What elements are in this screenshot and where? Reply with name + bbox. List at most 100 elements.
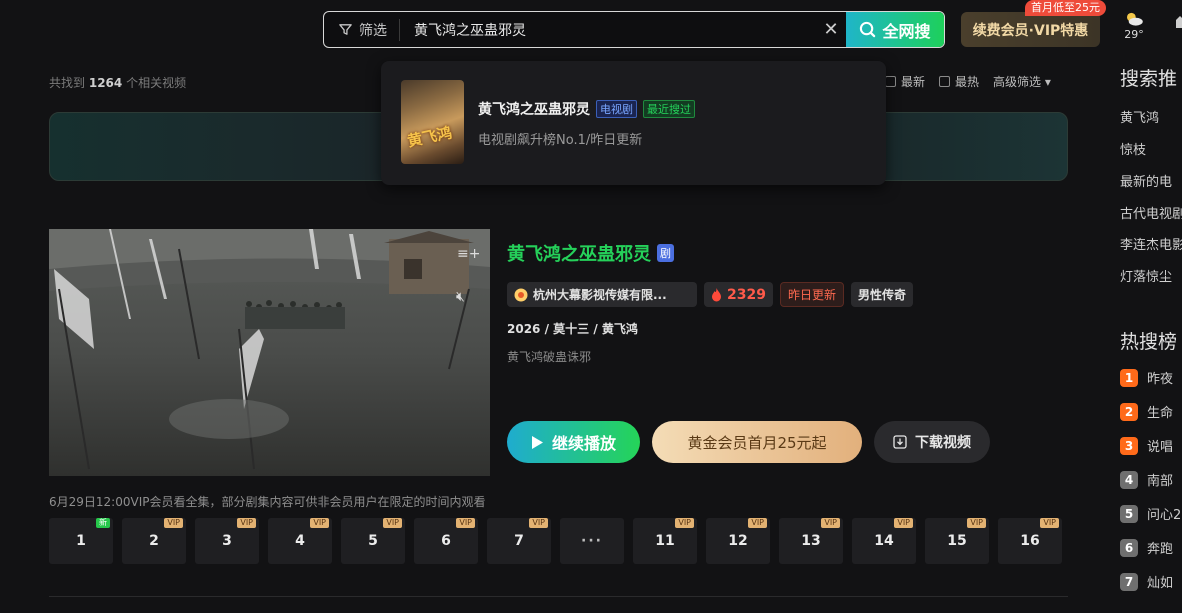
vip-badge: VIP xyxy=(383,518,402,528)
episode-button[interactable]: 7 VIP xyxy=(487,518,551,564)
mute-icon[interactable]: 🔇︎ xyxy=(456,289,465,305)
episode-number: 2 xyxy=(149,533,159,549)
filter-label: 筛选 xyxy=(359,22,387,39)
episode-number: 3 xyxy=(222,533,232,549)
episode-number: ··· xyxy=(581,533,603,549)
add-to-playlist-icon[interactable]: ≡+ xyxy=(457,246,480,262)
hot-search-item[interactable]: 5 问心2 xyxy=(1120,504,1181,523)
episode-button[interactable]: 4 VIP xyxy=(268,518,332,564)
episode-button[interactable]: 16 VIP xyxy=(998,518,1062,564)
suggestion-item[interactable]: 黄飞鸿之巫蛊邪灵 电视剧 最近搜过 xyxy=(478,99,695,119)
episode-number: 16 xyxy=(1020,533,1040,549)
episode-button[interactable]: 5 VIP xyxy=(341,518,405,564)
weather-widget[interactable]: 29° xyxy=(1122,10,1146,41)
hot-search-title: 热搜榜 xyxy=(1120,331,1178,353)
download-icon xyxy=(893,435,907,449)
episode-button[interactable]: 14 VIP xyxy=(852,518,916,564)
rank-number: 4 xyxy=(1120,470,1138,489)
hot-search-item[interactable]: 2 生命 xyxy=(1120,402,1173,421)
sort-options: 最新 最热 高级筛选 ▾ xyxy=(885,73,1051,90)
hot-search-item[interactable]: 7 灿如 xyxy=(1120,572,1173,591)
search-recommend-title: 搜索推 xyxy=(1120,68,1178,90)
episode-button[interactable]: 13 VIP xyxy=(779,518,843,564)
episode-more-button[interactable]: ··· xyxy=(560,518,624,564)
hot-search-label: 说唱 xyxy=(1147,440,1174,455)
divider xyxy=(49,596,1068,597)
drama-badge: 剧 xyxy=(657,244,674,262)
result-description: 黄飞鸿破蛊诛邪 xyxy=(507,350,592,364)
gold-vip-button[interactable]: 黄金会员首月25元起 xyxy=(652,421,862,463)
suggestion-subtitle: 电视剧飙升榜No.1/昨日更新 xyxy=(478,133,643,148)
recommend-item[interactable]: 惊枝 xyxy=(1120,139,1146,158)
episode-button[interactable]: 6 VIP xyxy=(414,518,478,564)
sort-hottest-checkbox[interactable]: 最热 xyxy=(939,73,979,90)
suggestion-poster[interactable]: 黄飞鸿 xyxy=(401,80,464,164)
vip-renew-button[interactable]: 续费会员·VIP特惠 xyxy=(961,12,1100,47)
rank-number: 7 xyxy=(1120,572,1138,591)
recommend-item[interactable]: 李连杰电影 xyxy=(1120,234,1182,253)
genre-tag[interactable]: 男性传奇 xyxy=(850,282,913,307)
play-icon xyxy=(531,435,543,449)
hot-search-label: 昨夜 xyxy=(1147,372,1174,387)
vip-badge: VIP xyxy=(1040,518,1059,528)
vip-notice: 6月29日12:00VIP会员看全集，部分剧集内容可供非会员用户在限定的时间内观… xyxy=(49,495,486,509)
recommend-item[interactable]: 灯落惊尘 xyxy=(1120,266,1172,285)
rank-number: 5 xyxy=(1120,504,1138,523)
episode-number: 6 xyxy=(441,533,451,549)
result-title[interactable]: 黄飞鸿之巫蛊邪灵 xyxy=(507,240,651,266)
producer-tag[interactable]: 杭州大幕影视传媒有限... xyxy=(507,282,697,307)
episode-number: 14 xyxy=(874,533,894,549)
recommend-item[interactable]: 最新的电 xyxy=(1120,171,1172,190)
vip-badge: VIP xyxy=(456,518,475,528)
rank-number: 6 xyxy=(1120,538,1138,557)
vip-badge: VIP xyxy=(821,518,840,528)
vip-badge: VIP xyxy=(164,518,183,528)
continue-play-button[interactable]: 继续播放 xyxy=(507,421,640,463)
hot-search-item[interactable]: 4 南部 xyxy=(1120,470,1173,489)
hot-search-item[interactable]: 6 奔跑 xyxy=(1120,538,1173,557)
video-thumbnail[interactable]: ≡+ 🔇︎ xyxy=(49,229,490,476)
advanced-filter-dropdown[interactable]: 高级筛选 ▾ xyxy=(993,73,1051,90)
vip-promo-tag: 首月低至25元 xyxy=(1025,0,1106,16)
result-count-number: 1264 xyxy=(88,76,123,90)
clear-icon[interactable]: ✕ xyxy=(816,19,846,40)
hot-search-item[interactable]: 3 说唱 xyxy=(1120,436,1173,455)
episode-number: 13 xyxy=(801,533,821,549)
rank-number: 2 xyxy=(1120,402,1138,421)
hot-search-item[interactable]: 1 昨夜 xyxy=(1120,368,1173,387)
recommend-item[interactable]: 黄飞鸿 xyxy=(1120,107,1159,126)
vip-badge: VIP xyxy=(237,518,256,528)
result-title-row[interactable]: 黄飞鸿之巫蛊邪灵 剧 xyxy=(507,240,674,266)
episode-number: 11 xyxy=(655,533,675,549)
episode-number: 5 xyxy=(368,533,378,549)
hot-search-label: 生命 xyxy=(1147,406,1174,421)
flame-icon xyxy=(712,287,721,301)
sort-latest-checkbox[interactable]: 最新 xyxy=(885,73,925,90)
result-meta: 2026 / 莫十三 / 黄飞鸿 xyxy=(507,322,638,336)
recommend-item[interactable]: 古代电视剧 xyxy=(1120,203,1182,222)
episode-button[interactable]: 15 VIP xyxy=(925,518,989,564)
search-button[interactable]: 全网搜 xyxy=(846,12,944,47)
user-icon[interactable] xyxy=(1170,12,1182,42)
result-tags: 杭州大幕影视传媒有限... 2329 昨日更新 男性传奇 xyxy=(507,282,913,307)
episode-number: 4 xyxy=(295,533,305,549)
episode-list: 1 新 2 VIP 3 VIP 4 VIP 5 VIP 6 VIP 7 VIP ··· 11 VIP 12 VIP 1… xyxy=(49,518,1062,564)
episode-button[interactable]: 11 VIP xyxy=(633,518,697,564)
download-button[interactable]: 下载视频 xyxy=(874,421,990,463)
suggestion-type-tag: 电视剧 xyxy=(596,100,637,118)
result-count: 共找到 1264 个相关视频 xyxy=(49,76,187,90)
episode-button[interactable]: 1新 xyxy=(49,518,113,564)
vip-badge: VIP xyxy=(894,518,913,528)
search-bar: 筛选 黄飞鸿之巫蛊邪灵 ✕ 全网搜 xyxy=(323,11,945,48)
filter-button[interactable]: 筛选 xyxy=(324,18,400,41)
vip-badge: VIP xyxy=(310,518,329,528)
search-input[interactable]: 黄飞鸿之巫蛊邪灵 xyxy=(400,20,816,40)
search-suggestion-dropdown: 黄飞鸿 黄飞鸿之巫蛊邪灵 电视剧 最近搜过 电视剧飙升榜No.1/昨日更新 xyxy=(381,61,886,185)
episode-button[interactable]: 12 VIP xyxy=(706,518,770,564)
episode-button[interactable]: 2 VIP xyxy=(122,518,186,564)
rank-number: 1 xyxy=(1120,368,1138,387)
weather-temp: 29° xyxy=(1124,28,1144,41)
episode-button[interactable]: 3 VIP xyxy=(195,518,259,564)
vip-badge: VIP xyxy=(675,518,694,528)
search-button-label: 全网搜 xyxy=(882,21,931,41)
